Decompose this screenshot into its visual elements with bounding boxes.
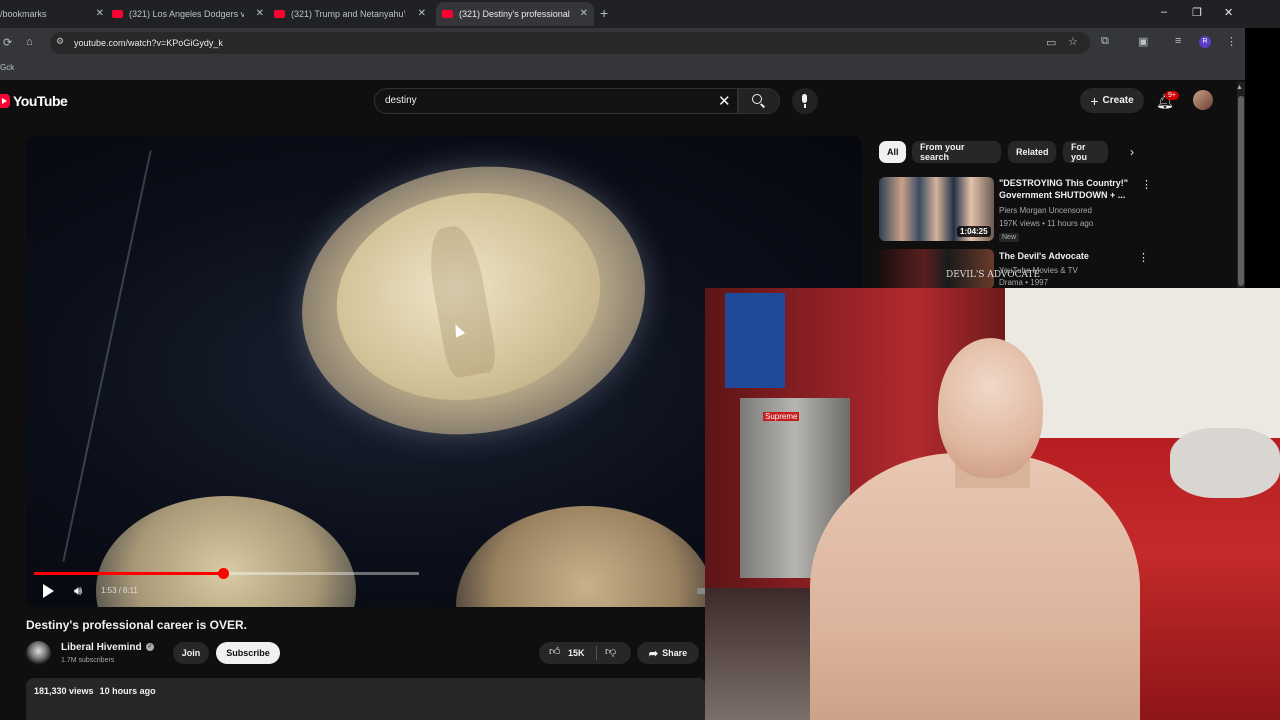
volume-icon[interactable]: 🔊︎: [74, 583, 82, 599]
tab-destiny[interactable]: (321) Destiny's professional car ✕: [436, 2, 594, 26]
media-icon[interactable]: ≡: [1175, 35, 1181, 47]
current-time: 1:53: [101, 586, 117, 595]
recommendation-title[interactable]: "DESTROYING This Country!" Government SH…: [999, 177, 1129, 201]
tab-title: (321) Destiny's professional car: [459, 9, 571, 19]
search-input[interactable]: [374, 88, 738, 114]
recommendation-meta: 197K views • 11 hours ago: [999, 219, 1094, 228]
share-label: Share: [662, 648, 688, 658]
bookmark-star-icon[interactable]: ☆: [1068, 35, 1078, 48]
pillow: [1170, 428, 1280, 498]
time-display: 1:53/8:11: [101, 586, 138, 595]
tab-dodgers[interactable]: (321) Los Angeles Dodgers vs P ✕: [112, 2, 270, 26]
new-badge: New: [999, 233, 1020, 242]
description-box[interactable]: [26, 678, 706, 720]
like-divider: [596, 646, 597, 660]
minimize-icon[interactable]: –: [1161, 6, 1167, 18]
like-count[interactable]: 15K: [568, 648, 585, 658]
light-streak: [62, 150, 152, 562]
profile-icon[interactable]: R: [1199, 36, 1211, 48]
tab-title: (321) Trump and Netanyahu's E: [291, 9, 406, 19]
player-control-icon[interactable]: [697, 588, 705, 594]
tab-bookmarks[interactable]: /bookmarks ✕: [0, 2, 110, 26]
play-icon[interactable]: [43, 584, 54, 598]
tab-close-icon[interactable]: ✕: [580, 8, 588, 19]
recommendation-channel[interactable]: YouTube Movies & TV: [999, 266, 1078, 275]
bookmarks-bar: [0, 58, 1245, 80]
person-head: [938, 338, 1043, 478]
progress-played[interactable]: [34, 572, 223, 575]
beer-box: [725, 293, 785, 388]
search-query[interactable]: destiny: [385, 95, 417, 106]
channel-name[interactable]: Liberal Hivemind: [61, 642, 142, 653]
chip-for-you[interactable]: For you: [1063, 141, 1108, 163]
maximize-icon[interactable]: ❐: [1192, 6, 1202, 19]
dislike-thumb-icon[interactable]: 👎︎: [605, 645, 616, 658]
scroll-up-icon[interactable]: ▲: [1236, 84, 1243, 91]
clear-search-icon[interactable]: ✕: [718, 92, 731, 110]
verified-check-icon: ✓: [146, 643, 154, 651]
install-app-icon[interactable]: ▭: [1046, 36, 1056, 49]
reload-icon[interactable]: ⟳: [3, 36, 12, 49]
tab-close-icon[interactable]: ✕: [256, 8, 264, 19]
microphone-icon: [802, 94, 807, 108]
join-button[interactable]: Join: [173, 642, 209, 664]
extensions-icon[interactable]: ⧉: [1101, 35, 1109, 48]
home-icon[interactable]: ⌂: [26, 36, 33, 48]
side-panel-icon[interactable]: ▣: [1138, 35, 1148, 48]
share-button[interactable]: ➦ Share: [637, 642, 699, 664]
youtube-favicon-icon: [442, 10, 453, 18]
more-options-icon[interactable]: ⋮: [1138, 251, 1149, 264]
tab-trump[interactable]: (321) Trump and Netanyahu's E ✕: [274, 2, 432, 26]
upload-age: 10 hours ago: [99, 686, 156, 696]
new-tab-icon[interactable]: +: [600, 5, 608, 21]
share-arrow-icon: ➦: [648, 647, 659, 660]
chip-from-your-search[interactable]: From your search: [912, 141, 1001, 163]
chevron-right-icon[interactable]: ›: [1130, 145, 1134, 159]
coin-image-right: [456, 506, 716, 607]
recommendation-channel[interactable]: Piers Morgan Uncensored: [999, 206, 1092, 215]
search-icon: [752, 94, 762, 104]
subscribe-button[interactable]: Subscribe: [216, 642, 280, 664]
supreme-label: Supreme: [763, 412, 800, 421]
tab-title: (321) Los Angeles Dodgers vs P: [129, 9, 244, 19]
desktop-edge: [1245, 28, 1280, 288]
tab-close-icon[interactable]: ✕: [418, 8, 426, 19]
create-label: Create: [1102, 95, 1134, 106]
recommendation-thumbnail[interactable]: [879, 249, 994, 289]
tab-title: /bookmarks: [0, 9, 47, 19]
view-stats: 181,330 views 10 hours ago: [34, 686, 156, 696]
duration: 8:11: [122, 586, 138, 595]
webcam-overlay: Supreme: [705, 288, 1280, 720]
person-torso: [810, 453, 1140, 720]
chip-related[interactable]: Related: [1008, 141, 1056, 163]
site-info-icon[interactable]: ⚙: [56, 36, 64, 47]
url-text[interactable]: youtube.com/watch?v=KPoGiGydy_k: [74, 38, 223, 48]
youtube-logo[interactable]: YouTube: [0, 93, 68, 109]
video-title: Destiny's professional career is OVER.: [26, 618, 247, 632]
more-options-icon[interactable]: ⋮: [1141, 178, 1152, 191]
menu-icon[interactable]: ⋮: [1226, 35, 1237, 48]
window-close-icon[interactable]: ✕: [1224, 6, 1233, 19]
plus-icon: +: [1090, 92, 1099, 109]
account-avatar[interactable]: [1193, 90, 1213, 110]
like-thumb-icon[interactable]: 👍︎: [549, 645, 561, 658]
youtube-wordmark: YouTube: [13, 93, 68, 109]
view-count: 181,330 views: [34, 686, 94, 696]
recommendation-title[interactable]: The Devil's Advocate: [999, 250, 1129, 262]
video-duration: 1:04:25: [957, 226, 991, 237]
chip-all[interactable]: All: [879, 141, 906, 163]
youtube-favicon-icon: [112, 10, 123, 18]
scrubber-handle[interactable]: [218, 568, 229, 579]
tab-close-icon[interactable]: ✕: [96, 8, 104, 19]
notification-badge: 9+: [1165, 91, 1179, 100]
create-button[interactable]: + Create: [1080, 88, 1144, 113]
youtube-logo-icon: [0, 94, 10, 108]
scrollbar-thumb[interactable]: [1238, 96, 1244, 286]
youtube-favicon-icon: [274, 10, 285, 18]
recommendation-meta: Drama • 1997: [999, 278, 1049, 287]
channel-avatar[interactable]: [26, 641, 51, 666]
subscriber-count: 1.7M subscribers: [61, 657, 115, 664]
bookmark-item[interactable]: Gck: [0, 63, 14, 72]
